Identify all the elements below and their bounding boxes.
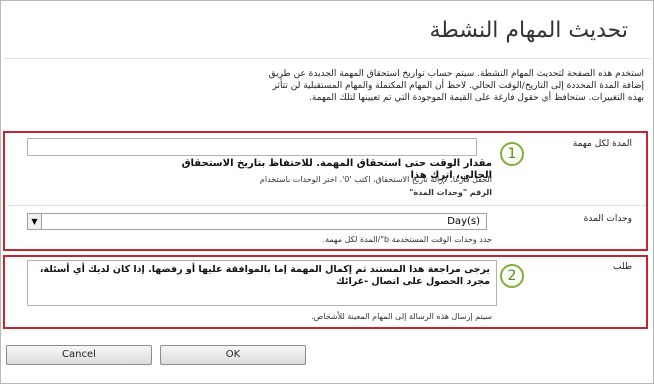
intro-text: استخدم هذه الصفحة لتحديث المهام النشطة. … xyxy=(268,69,644,103)
chevron-down-icon[interactable]: ▼ xyxy=(28,214,42,229)
duration-label: المدة لكل مهمة xyxy=(572,139,632,149)
duration-help-line3: الرقم "وحدات المدة" xyxy=(409,188,492,197)
duration-help-line2: الحقل فارغا. لإزالة تاريخ الاستحقاق، اكت… xyxy=(259,175,492,184)
request-help: سيتم إرسال هذه الرسالة إلى المهام المعين… xyxy=(311,312,492,321)
units-help: حدد وحدات الوقت المستخدمة b"/المدة لكل م… xyxy=(322,235,492,244)
request-textarea[interactable]: يرجى مراجعة هذا المستند ثم إكمال المهمة … xyxy=(27,260,497,306)
units-selected-value: Day(s) xyxy=(447,216,480,227)
step-2-icon: 2 xyxy=(500,264,524,288)
duration-input[interactable] xyxy=(27,138,477,156)
step-1-icon: 1 xyxy=(500,142,524,166)
section-divider xyxy=(8,205,646,206)
page-title: تحديث المهام النشطة xyxy=(429,18,628,43)
units-label: وحدات المدة xyxy=(583,214,632,224)
cancel-button[interactable]: Cancel xyxy=(6,345,152,365)
ok-button[interactable]: OK xyxy=(160,345,306,365)
request-label: طلب xyxy=(613,262,632,272)
title-divider xyxy=(4,58,650,59)
units-select[interactable]: ▼ Day(s) xyxy=(27,213,487,230)
